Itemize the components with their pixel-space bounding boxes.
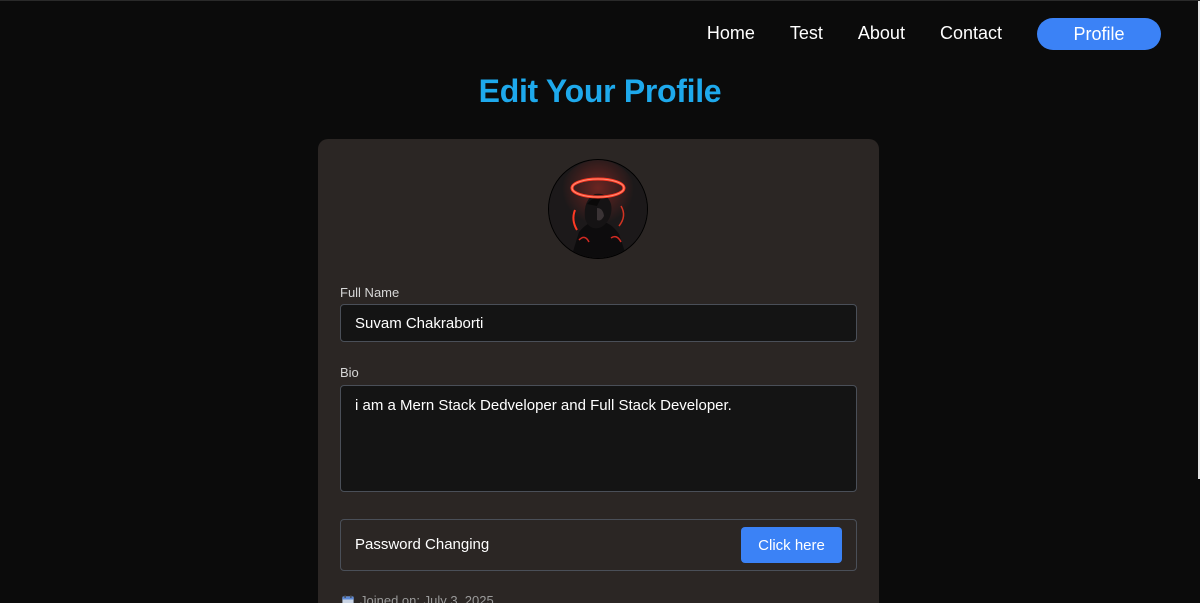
- calendar-icon: [342, 594, 354, 603]
- password-change-row: Password Changing Click here: [340, 519, 857, 571]
- profile-card: Full Name Bio i am a Mern Stack Dedvelop…: [318, 139, 879, 603]
- page-title: Edit Your Profile: [478, 73, 722, 109]
- full-name-input[interactable]: [340, 304, 857, 342]
- bio-label: Bio: [340, 365, 359, 380]
- nav-profile-button[interactable]: Profile: [1037, 18, 1161, 50]
- password-change-button[interactable]: Click here: [741, 527, 842, 563]
- bio-textarea[interactable]: i am a Mern Stack Dedveloper and Full St…: [340, 385, 857, 492]
- nav-contact-link[interactable]: Contact: [940, 19, 1002, 47]
- avatar[interactable]: [548, 159, 648, 259]
- nav-home-link[interactable]: Home: [707, 19, 755, 47]
- nav-about-link[interactable]: About: [858, 19, 905, 47]
- nav-test-link[interactable]: Test: [790, 19, 823, 47]
- joined-date: Joined on: July 3, 2025: [342, 593, 494, 603]
- full-name-label: Full Name: [340, 285, 400, 300]
- page: Home Test About Contact Profile Edit You…: [0, 0, 1200, 603]
- avatar-image: [549, 160, 647, 258]
- password-change-label: Password Changing: [355, 536, 490, 553]
- top-nav: Home Test About Contact Profile: [707, 15, 1161, 50]
- joined-date-text: Joined on: July 3, 2025: [360, 593, 494, 603]
